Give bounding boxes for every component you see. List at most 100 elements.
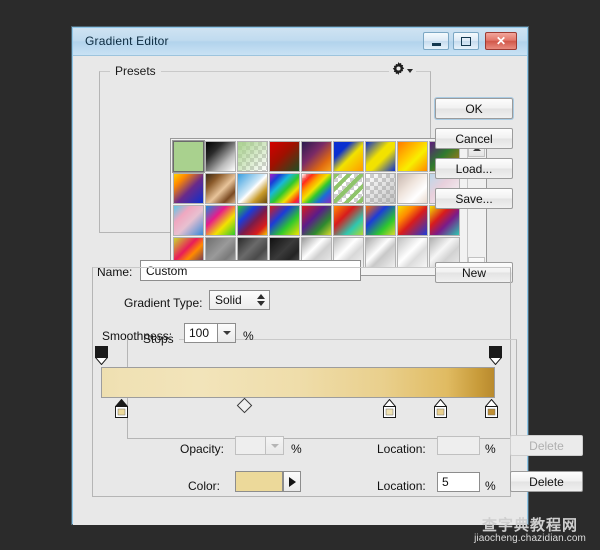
- preset-swatch[interactable]: [237, 141, 268, 172]
- maximize-icon: [454, 33, 478, 49]
- gradient-fill: [102, 368, 494, 397]
- presets-group-label: Presets: [110, 64, 161, 78]
- preset-swatch-fill: [302, 174, 331, 203]
- chevron-down-icon: [270, 443, 279, 448]
- preset-swatch[interactable]: [269, 173, 300, 204]
- preset-swatch[interactable]: [205, 141, 236, 172]
- preset-swatch[interactable]: [365, 141, 396, 172]
- cancel-button[interactable]: Cancel: [435, 128, 513, 149]
- color-label: Color:: [188, 479, 221, 493]
- color-swatch[interactable]: [235, 471, 283, 492]
- preset-swatch-fill: [270, 206, 299, 235]
- opacity-stop-right[interactable]: [488, 346, 503, 366]
- chevron-right-icon: [288, 476, 296, 487]
- preset-swatch[interactable]: [365, 173, 396, 204]
- preset-swatch[interactable]: [301, 173, 332, 204]
- preset-swatch-grid: [172, 140, 465, 275]
- preset-swatch[interactable]: [269, 141, 300, 172]
- gradient-type-select[interactable]: Solid: [209, 290, 270, 310]
- preset-swatch-fill: [174, 206, 203, 235]
- watermark-chinese: 查字典教程网: [481, 517, 578, 535]
- delete-color-stop-button[interactable]: Delete: [510, 471, 583, 492]
- preset-swatch[interactable]: [397, 173, 428, 204]
- preset-swatch-fill: [398, 238, 427, 267]
- smoothness-dropdown-button[interactable]: [217, 323, 236, 343]
- opacity-stop-left[interactable]: [94, 346, 109, 366]
- minimize-icon: [424, 33, 448, 49]
- preset-swatch[interactable]: [397, 141, 428, 172]
- preset-swatch-fill: [174, 174, 203, 203]
- opacity-location-unit: %: [485, 442, 496, 456]
- color-dropdown-button[interactable]: [283, 471, 301, 492]
- preset-swatch[interactable]: [237, 173, 268, 204]
- preset-swatch-fill: [398, 174, 427, 203]
- preset-swatch[interactable]: [205, 205, 236, 236]
- gradient-editor-dialog: Gradient Editor ✕ Presets OK Cancel Load…: [72, 27, 583, 525]
- preset-swatch[interactable]: [429, 205, 460, 236]
- preset-swatch-fill: [430, 206, 459, 235]
- preset-swatch-fill: [270, 142, 299, 171]
- close-button[interactable]: ✕: [485, 32, 517, 50]
- save-button[interactable]: Save...: [435, 188, 513, 209]
- gradient-type-value: Solid: [215, 293, 242, 307]
- preset-swatch[interactable]: [173, 173, 204, 204]
- preset-swatch[interactable]: [333, 141, 364, 172]
- watermark-url: jiaocheng.chazidian.com: [474, 533, 586, 545]
- preset-swatch[interactable]: [269, 205, 300, 236]
- minimize-button[interactable]: [423, 32, 449, 50]
- preset-swatch-fill: [238, 174, 267, 203]
- preset-swatch-fill: [334, 206, 363, 235]
- spinner-icon: [257, 294, 265, 306]
- color-location-input[interactable]: [437, 472, 480, 492]
- smoothness-input[interactable]: [184, 323, 217, 343]
- preset-swatch[interactable]: [172, 140, 205, 173]
- dialog-body: Presets OK Cancel Load... Save... New Na…: [73, 56, 583, 525]
- opacity-label: Opacity:: [180, 442, 225, 456]
- smoothness-unit: %: [243, 329, 254, 343]
- opacity-input[interactable]: [235, 436, 265, 455]
- preset-swatch-fill: [366, 142, 395, 171]
- preset-swatch-fill: [366, 206, 395, 235]
- preset-swatch-fill: [206, 206, 235, 235]
- preset-swatch-fill: [302, 206, 331, 235]
- preset-swatch[interactable]: [301, 141, 332, 172]
- preset-swatch-fill: [206, 142, 235, 171]
- preset-swatch[interactable]: [365, 237, 396, 268]
- chevron-down-icon: [222, 331, 231, 335]
- color-stop-2[interactable]: [382, 398, 397, 418]
- smoothness-label: Smoothness:: [102, 329, 173, 343]
- load-button[interactable]: Load...: [435, 158, 513, 179]
- color-stop-1[interactable]: [114, 398, 129, 418]
- color-stop-3[interactable]: [433, 398, 448, 418]
- preset-swatch-fill: [398, 142, 427, 171]
- opacity-location-label: Location:: [377, 442, 426, 456]
- opacity-dropdown-button[interactable]: [265, 436, 284, 455]
- preset-swatch[interactable]: [333, 205, 364, 236]
- preset-swatch[interactable]: [205, 173, 236, 204]
- color-stop-4[interactable]: [484, 398, 499, 418]
- gradient-preview-bar[interactable]: [101, 367, 495, 398]
- preset-swatch-fill: [398, 206, 427, 235]
- color-location-label: Location:: [377, 479, 426, 493]
- preset-swatch-fill: [334, 142, 363, 171]
- maximize-button[interactable]: [453, 32, 479, 50]
- preset-swatch[interactable]: [397, 237, 428, 268]
- preset-swatch[interactable]: [333, 173, 364, 204]
- delete-opacity-stop-button: Delete: [510, 435, 583, 456]
- gear-icon: [392, 62, 405, 75]
- preset-swatch-fill: [270, 174, 299, 203]
- preset-swatch[interactable]: [237, 205, 268, 236]
- preset-swatch-fill: [206, 174, 235, 203]
- preset-swatch-fill: [238, 206, 267, 235]
- preset-swatch[interactable]: [365, 205, 396, 236]
- preset-swatch[interactable]: [301, 205, 332, 236]
- close-icon: ✕: [495, 34, 507, 48]
- color-location-unit: %: [485, 479, 496, 493]
- preset-swatch-fill: [366, 238, 395, 267]
- opacity-location-input[interactable]: [437, 436, 480, 455]
- watermark: 查字典教程网 jiaocheng.chazidian.com: [462, 515, 598, 548]
- presets-menu-button[interactable]: [389, 62, 416, 75]
- preset-swatch[interactable]: [397, 205, 428, 236]
- preset-swatch[interactable]: [173, 205, 204, 236]
- ok-button[interactable]: OK: [435, 98, 513, 119]
